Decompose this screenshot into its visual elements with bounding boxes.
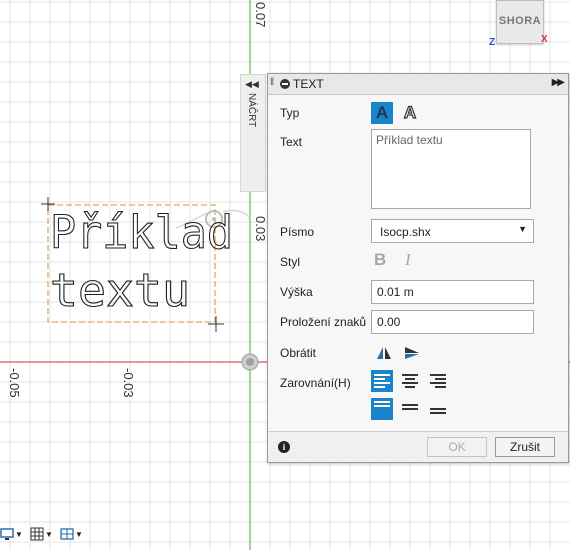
type-multiline-button[interactable]: A xyxy=(399,102,421,124)
align-bottom-button[interactable] xyxy=(427,398,449,420)
dropdown-caret-icon: ▼ xyxy=(518,224,527,234)
display-settings-button[interactable]: ▼ xyxy=(0,524,23,544)
info-icon[interactable]: i xyxy=(278,441,290,453)
sketch-text-line1: Příklad xyxy=(50,206,233,259)
display-settings-icon xyxy=(0,528,14,540)
align-center-icon xyxy=(402,374,418,388)
browser-side-tab[interactable]: ◀◀ NÁČRT xyxy=(240,74,266,192)
dialog-title: TEXT xyxy=(293,77,324,91)
font-label: Písmo xyxy=(280,225,315,239)
ruler-label-top: 0.07 xyxy=(253,2,268,28)
font-select[interactable]: Isocp.shx ▼ xyxy=(371,219,534,243)
align-center-button[interactable] xyxy=(399,370,421,392)
align-top-icon xyxy=(374,401,390,415)
flip-horizontal-button[interactable] xyxy=(373,342,395,364)
viewports-icon xyxy=(60,528,74,540)
align-middle-icon xyxy=(402,404,418,418)
align-bottom-icon xyxy=(430,408,446,422)
ruler-label-mid: 0.03 xyxy=(253,216,268,242)
text-type-outline-icon: A xyxy=(403,102,417,122)
browser-tab-label: NÁČRT xyxy=(246,93,257,128)
ok-button[interactable]: OK xyxy=(427,437,487,457)
flip-vertical-icon xyxy=(405,347,419,359)
sketch-text-line2: textu xyxy=(50,264,190,317)
collapse-arrows-icon[interactable]: ◀◀ xyxy=(245,79,259,90)
height-label: Výška xyxy=(280,285,313,299)
dialog-footer: i OK Zrušit xyxy=(268,431,568,462)
grid-settings-button[interactable]: ▼ xyxy=(30,524,53,544)
axis-z-label: Z xyxy=(489,37,496,48)
italic-button[interactable]: I xyxy=(405,250,411,270)
drag-grip-icon[interactable]: ‖ xyxy=(270,77,274,88)
font-select-value: Isocp.shx xyxy=(380,225,431,239)
align-left-button[interactable] xyxy=(371,370,393,392)
text-input[interactable]: Příklad textu xyxy=(371,129,531,209)
flip-horizontal-icon xyxy=(377,347,391,359)
letter-spacing-input[interactable] xyxy=(371,310,534,334)
flip-label: Obrátit xyxy=(280,346,317,360)
text-dialog: ‖ TEXT ▶▶ Typ A A Text Příklad textu Pís… xyxy=(267,73,569,463)
align-right-button[interactable] xyxy=(427,370,449,392)
expand-icon[interactable]: ▶▶ xyxy=(552,77,565,88)
type-single-line-button[interactable]: A xyxy=(371,102,393,124)
view-cube[interactable]: SHORA xyxy=(496,0,544,44)
dialog-header[interactable]: ‖ TEXT ▶▶ xyxy=(268,74,568,95)
spacing-label: Proložení znaků xyxy=(280,315,367,329)
height-input[interactable] xyxy=(371,280,534,304)
text-type-solid-icon: A xyxy=(375,103,389,122)
align-middle-button[interactable] xyxy=(399,398,421,420)
type-label: Typ xyxy=(280,106,300,120)
axis-x-label: X xyxy=(541,34,548,45)
text-label: Text xyxy=(280,135,303,149)
viewports-button[interactable]: ▼ xyxy=(60,524,83,544)
bold-button[interactable]: B xyxy=(374,250,386,270)
align-right-icon xyxy=(430,374,446,388)
grid-settings-icon xyxy=(30,527,44,541)
align-top-button[interactable] xyxy=(371,398,393,420)
cancel-button[interactable]: Zrušit xyxy=(495,437,555,457)
ruler-label-left-1: -0.05 xyxy=(7,368,22,398)
ruler-label-left-2: -0.03 xyxy=(121,368,136,398)
view-cube-face-top[interactable]: SHORA xyxy=(497,15,543,27)
flip-vertical-button[interactable] xyxy=(401,342,423,364)
collapse-icon[interactable] xyxy=(280,79,290,89)
align-label: Zarovnání(H) xyxy=(280,376,351,390)
align-left-icon xyxy=(374,374,390,388)
style-label: Styl xyxy=(280,255,301,269)
